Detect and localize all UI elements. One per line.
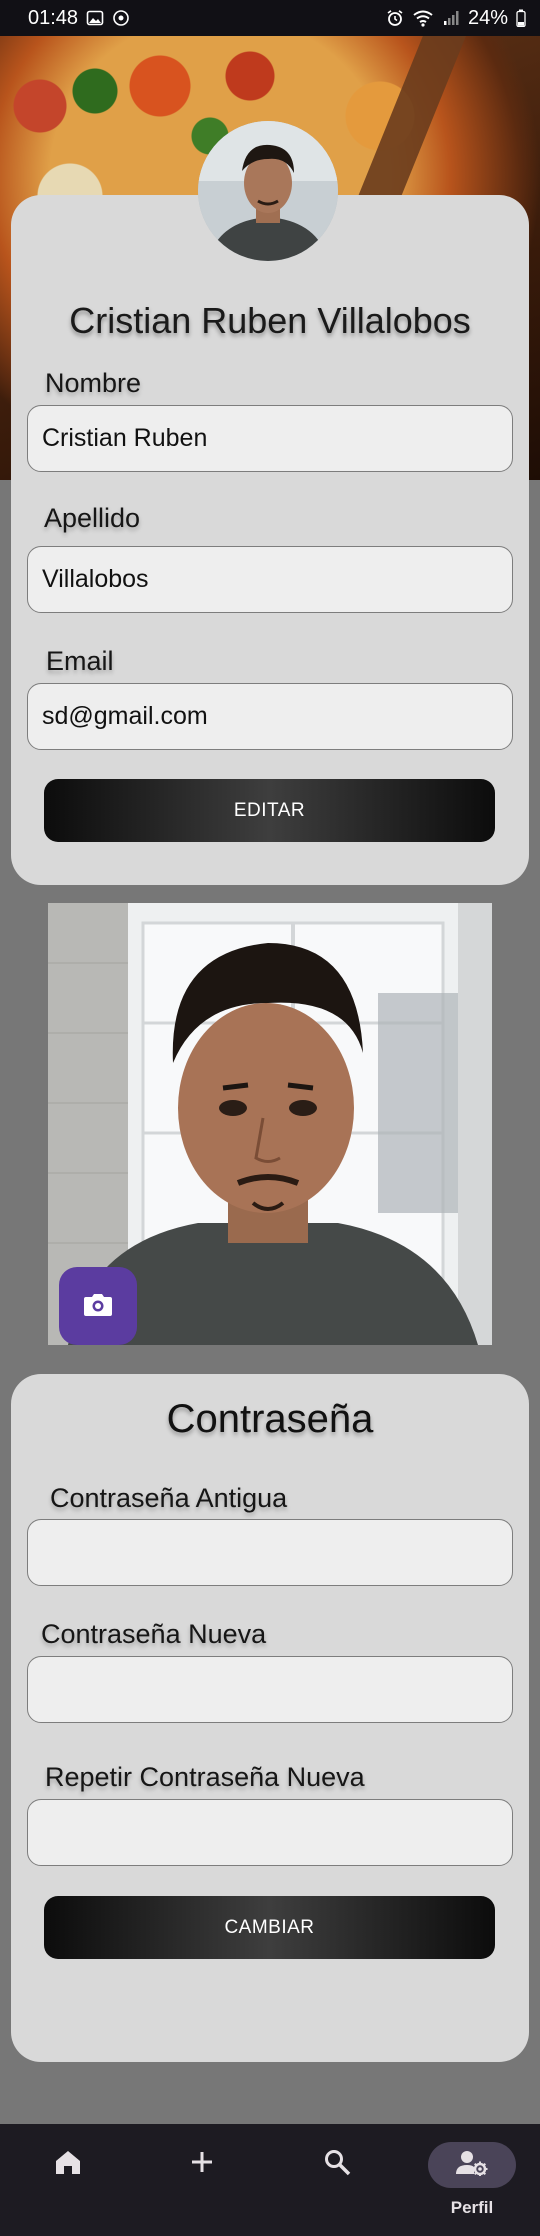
profile-full-name: Cristian Ruben Villalobos	[69, 300, 471, 341]
status-bar: 01:48 24%	[0, 0, 540, 36]
profile-settings-icon	[456, 2150, 488, 2181]
last-name-field[interactable]: Villalobos	[27, 546, 513, 613]
wifi-icon	[412, 9, 434, 27]
edit-button[interactable]: EDITAR	[44, 779, 495, 842]
alarm-icon	[386, 9, 404, 27]
bottom-navigation: Perfil	[0, 2124, 540, 2236]
home-icon	[53, 2148, 83, 2181]
change-photo-button[interactable]	[59, 1267, 137, 1345]
signal-icon	[442, 9, 460, 27]
old-password-label: Contraseña Antigua	[50, 1483, 288, 1513]
change-password-button[interactable]: CAMBIAR	[44, 1896, 495, 1959]
first-name-field[interactable]: Cristian Ruben	[27, 405, 513, 472]
avatar[interactable]	[198, 121, 338, 261]
search-icon	[323, 2148, 351, 2181]
nav-search[interactable]	[315, 2126, 359, 2202]
nav-add[interactable]	[180, 2126, 224, 2202]
last-name-label: Apellido	[44, 503, 141, 533]
email-label: Email	[46, 646, 114, 676]
nav-home[interactable]	[46, 2126, 90, 2202]
nav-profile[interactable]	[428, 2142, 516, 2188]
password-section-title: Contraseña	[166, 1397, 374, 1441]
new-password-label: Contraseña Nueva	[41, 1619, 267, 1649]
email-field[interactable]: sd@gmail.com	[27, 683, 513, 750]
old-password-field[interactable]	[27, 1519, 513, 1586]
camera-icon	[83, 1291, 113, 1322]
repeat-password-field[interactable]	[27, 1799, 513, 1866]
battery-icon	[516, 9, 526, 27]
first-name-label: Nombre	[45, 368, 142, 398]
add-icon	[190, 2150, 214, 2179]
gallery-icon	[86, 9, 104, 27]
sync-icon	[112, 9, 130, 27]
nav-profile-label[interactable]: Perfil	[428, 2198, 516, 2218]
battery-percent: 24%	[467, 6, 508, 29]
new-password-field[interactable]	[27, 1656, 513, 1723]
status-time: 01:48	[28, 6, 79, 29]
repeat-password-label: Repetir Contraseña Nueva	[45, 1762, 365, 1792]
